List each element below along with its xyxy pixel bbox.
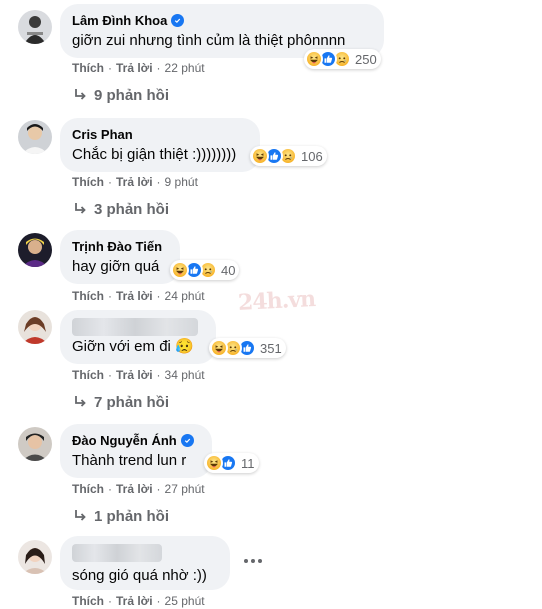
replies-count-label: 9 phản hồi bbox=[94, 86, 169, 104]
reaction-count: 351 bbox=[260, 340, 282, 356]
haha-reaction-icon bbox=[210, 339, 228, 357]
haha-reaction-icon bbox=[205, 454, 223, 472]
reply-button[interactable]: Trả lời bbox=[116, 594, 153, 608]
like-button[interactable]: Thích bbox=[72, 368, 104, 382]
comment-actions: Thích · Trả lời · 24 phút bbox=[72, 289, 205, 303]
reaction-count: 250 bbox=[355, 51, 377, 67]
avatar[interactable] bbox=[18, 233, 52, 267]
watermark-logo: 24h.vn bbox=[237, 286, 316, 316]
reaction-summary[interactable]: 40 bbox=[170, 260, 240, 280]
reply-arrow-icon bbox=[72, 508, 88, 524]
hidden-author-name bbox=[72, 318, 198, 336]
reaction-summary[interactable]: 11 bbox=[204, 453, 259, 473]
comment-actions: Thích · Trả lời · 9 phút bbox=[72, 175, 198, 189]
timestamp[interactable]: 27 phút bbox=[165, 482, 205, 496]
reaction-summary[interactable]: 106 bbox=[250, 146, 327, 166]
like-button[interactable]: Thích bbox=[72, 175, 104, 189]
comment-bubble: sóng gió quá nhờ :)) bbox=[60, 536, 230, 590]
avatar[interactable] bbox=[18, 540, 52, 574]
reaction-count: 11 bbox=[241, 455, 255, 471]
verified-badge-icon bbox=[180, 433, 194, 447]
author-name[interactable]: Trịnh Đào Tiến bbox=[72, 239, 162, 254]
replies-count-label: 7 phản hồi bbox=[94, 393, 169, 411]
comment-bubble: Cris Phan Chắc bị giận thiệt :)))))))) bbox=[60, 118, 260, 172]
reaction-count: 106 bbox=[301, 148, 323, 164]
reply-button[interactable]: Trả lời bbox=[116, 289, 153, 303]
author-name[interactable]: Lâm Đình Khoa bbox=[72, 13, 167, 28]
reply-arrow-icon bbox=[72, 394, 88, 410]
comment-actions: Thích · Trả lời · 25 phút bbox=[72, 594, 205, 608]
reply-button[interactable]: Trả lời bbox=[116, 368, 153, 382]
like-button[interactable]: Thích bbox=[72, 482, 104, 496]
reply-button[interactable]: Trả lời bbox=[116, 175, 153, 189]
avatar[interactable] bbox=[18, 310, 52, 344]
avatar[interactable] bbox=[18, 10, 52, 44]
haha-reaction-icon bbox=[305, 50, 323, 68]
timestamp[interactable]: 24 phút bbox=[165, 289, 205, 303]
comment-text: Chắc bị giận thiệt :)))))))) bbox=[72, 146, 237, 163]
timestamp[interactable]: 9 phút bbox=[165, 175, 198, 189]
like-button[interactable]: Thích bbox=[72, 594, 104, 608]
comment-bubble: Trịnh Đào Tiến hay giỡn quá bbox=[60, 230, 180, 284]
reply-button[interactable]: Trả lời bbox=[116, 482, 153, 496]
more-options-icon[interactable] bbox=[244, 559, 262, 563]
comment-bubble: Giỡn với em đi 😥 bbox=[60, 310, 216, 364]
comment-text: hay giỡn quá bbox=[72, 258, 160, 275]
comment-actions: Thích · Trả lời · 27 phút bbox=[72, 482, 205, 496]
view-replies-link[interactable]: 9 phản hồi bbox=[72, 85, 169, 105]
view-replies-link[interactable]: 1 phản hồi bbox=[72, 506, 169, 526]
comment-text: giỡn zui nhưng tình củm là thiệt phônnnn bbox=[72, 32, 346, 49]
hidden-author-name bbox=[72, 544, 162, 562]
like-button[interactable]: Thích bbox=[72, 61, 104, 75]
author-name[interactable]: Cris Phan bbox=[72, 127, 133, 142]
reaction-count: 40 bbox=[221, 262, 236, 278]
timestamp[interactable]: 25 phút bbox=[165, 594, 205, 608]
view-replies-link[interactable]: 3 phản hồi bbox=[72, 199, 169, 219]
view-replies-link[interactable]: 7 phản hồi bbox=[72, 392, 169, 412]
timestamp[interactable]: 34 phút bbox=[165, 368, 205, 382]
comment-bubble: Đào Nguyễn Ánh Thành trend lun r bbox=[60, 424, 212, 478]
reply-button[interactable]: Trả lời bbox=[116, 61, 153, 75]
author-name[interactable]: Đào Nguyễn Ánh bbox=[72, 433, 177, 448]
reply-arrow-icon bbox=[72, 87, 88, 103]
avatar[interactable] bbox=[18, 120, 52, 154]
like-button[interactable]: Thích bbox=[72, 289, 104, 303]
avatar[interactable] bbox=[18, 427, 52, 461]
timestamp[interactable]: 22 phút bbox=[165, 61, 205, 75]
replies-count-label: 3 phản hồi bbox=[94, 200, 169, 218]
reaction-summary[interactable]: 250 bbox=[304, 49, 381, 69]
haha-reaction-icon bbox=[171, 261, 189, 279]
haha-reaction-icon bbox=[251, 147, 269, 165]
comment-text: Giỡn với em đi 😥 bbox=[72, 338, 194, 355]
replies-count-label: 1 phản hồi bbox=[94, 507, 169, 525]
comment-text: Thành trend lun r bbox=[72, 452, 187, 469]
reply-arrow-icon bbox=[72, 201, 88, 217]
verified-badge-icon bbox=[171, 13, 185, 27]
comment-actions: Thích · Trả lời · 34 phút bbox=[72, 368, 205, 382]
comment-text: sóng gió quá nhờ :)) bbox=[72, 567, 207, 584]
reaction-summary[interactable]: 351 bbox=[209, 338, 286, 358]
comment-actions: Thích · Trả lời · 22 phút bbox=[72, 61, 205, 75]
